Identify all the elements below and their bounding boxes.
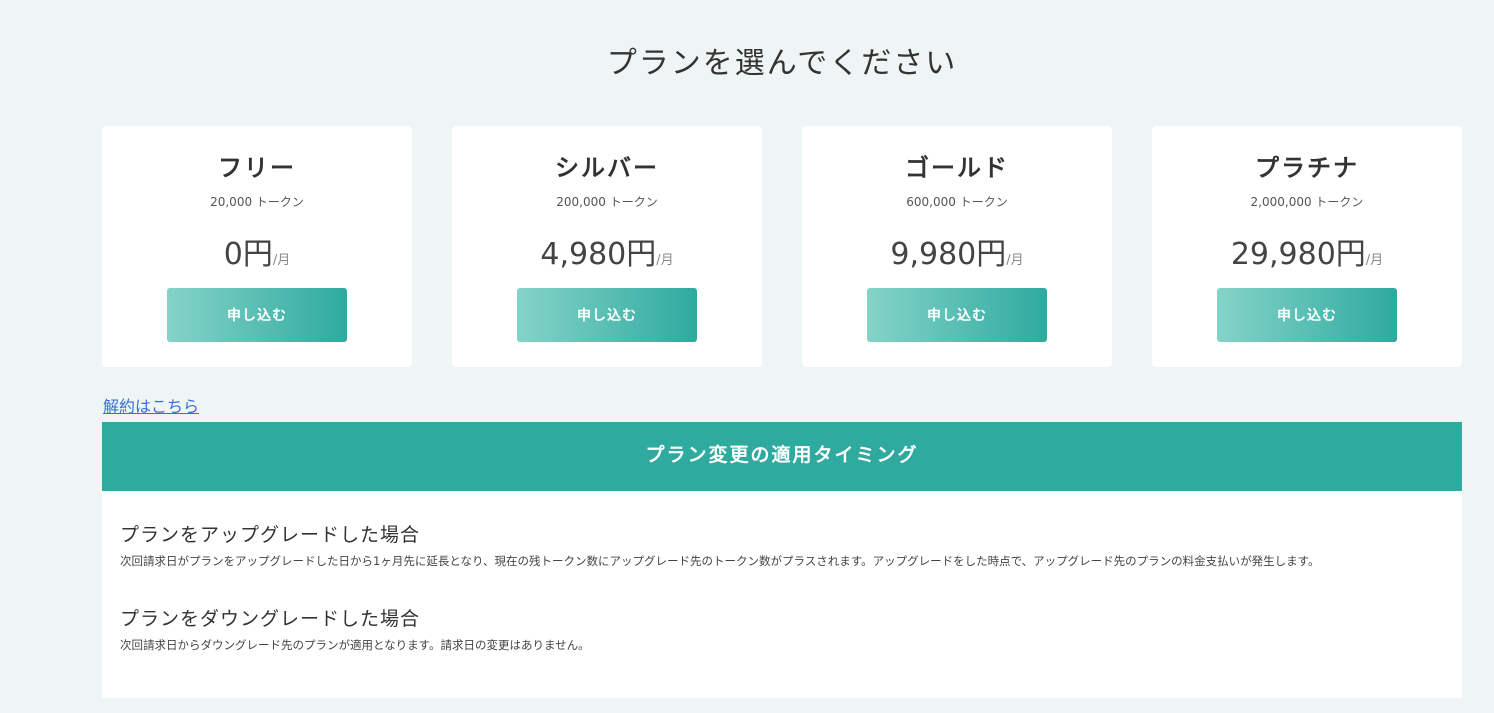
- price-amount: 0円: [223, 237, 273, 272]
- plan-name: フリー: [218, 154, 296, 182]
- price-unit: /月: [656, 253, 674, 268]
- downgrade-heading: プランをダウングレードした場合: [120, 608, 421, 630]
- plan-name: プラチナ: [1255, 154, 1359, 182]
- plan-card-platinum: プラチナ 2,000,000 トークン 29,980円/月 申し込む: [1152, 126, 1462, 367]
- downgrade-description: 次回請求日からダウングレード先のプランが適用となります。請求日の変更はありません…: [120, 638, 590, 652]
- price-unit: /月: [1365, 253, 1384, 268]
- timing-section-header: プラン変更の適用タイミング: [102, 422, 1462, 491]
- apply-button-platinum[interactable]: 申し込む: [1217, 288, 1397, 342]
- downgrade-info: プランをダウングレードした場合 次回請求日からダウングレード先のプランが適用とな…: [120, 604, 1450, 653]
- plan-price: 29,980円/月: [1152, 229, 1462, 273]
- upgrade-heading: プランをアップグレードした場合: [120, 524, 421, 546]
- plan-price: 9,980円/月: [802, 229, 1112, 273]
- plan-list: フリー 20,000 トークン 0円/月 申し込む シルバー 200,000 ト…: [102, 126, 1462, 367]
- plan-tokens: 200,000 トークン: [556, 195, 658, 209]
- apply-button-free[interactable]: 申し込む: [167, 288, 347, 342]
- plan-tokens: 600,000 トークン: [906, 195, 1008, 209]
- plan-name: シルバー: [555, 154, 659, 182]
- plan-card-gold: ゴールド 600,000 トークン 9,980円/月 申し込む: [802, 126, 1112, 367]
- price-amount: 29,980円: [1230, 237, 1366, 272]
- plan-card-silver: シルバー 200,000 トークン 4,980円/月 申し込む: [452, 126, 762, 367]
- apply-button-silver[interactable]: 申し込む: [517, 288, 697, 342]
- apply-button-gold[interactable]: 申し込む: [867, 288, 1047, 342]
- upgrade-info: プランをアップグレードした場合 次回請求日がプランをアップグレードした日から1ヶ…: [120, 520, 1450, 569]
- price-amount: 9,980円: [890, 237, 1007, 272]
- plan-tokens: 2,000,000 トークン: [1250, 195, 1364, 209]
- price-unit: /月: [1006, 253, 1024, 268]
- plan-card-free: フリー 20,000 トークン 0円/月 申し込む: [102, 126, 412, 367]
- plan-tokens: 20,000 トークン: [210, 195, 304, 209]
- page-title: プランを選んでください: [606, 46, 958, 81]
- plan-change-timing-section: プラン変更の適用タイミング プランをアップグレードした場合 次回請求日がプランを…: [102, 422, 1462, 698]
- cancel-subscription-link[interactable]: 解約はこちら: [103, 393, 199, 417]
- price-amount: 4,980円: [540, 237, 657, 272]
- upgrade-description: 次回請求日がプランをアップグレードした日から1ヶ月先に延長となり、現在の残トーク…: [120, 554, 1320, 568]
- price-unit: /月: [272, 253, 291, 268]
- plan-name: ゴールド: [905, 154, 1009, 182]
- plan-price: 4,980円/月: [452, 229, 762, 273]
- plan-price: 0円/月: [102, 229, 412, 273]
